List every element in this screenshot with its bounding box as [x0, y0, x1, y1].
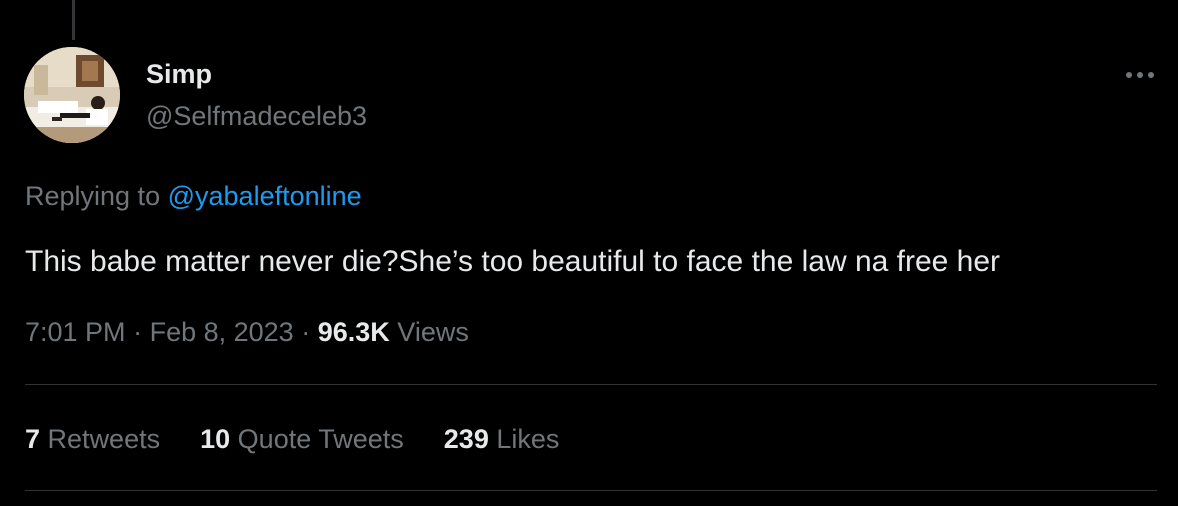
- more-options-button[interactable]: [1118, 58, 1162, 92]
- replying-to-line: Replying to @yabaleftonline: [25, 179, 362, 213]
- tweet-text: This babe matter never die?She’s too bea…: [25, 245, 1001, 278]
- author-handle[interactable]: @Selfmadeceleb3: [146, 99, 367, 133]
- replying-to-mention-link[interactable]: @yabaleftonline: [168, 181, 362, 211]
- divider: [25, 384, 1157, 385]
- avatar-photo: [24, 47, 120, 143]
- quote-tweets-label: Quote Tweets: [237, 424, 404, 454]
- retweets-stat[interactable]: 7 Retweets: [25, 422, 160, 456]
- quote-tweets-stat[interactable]: 10 Quote Tweets: [200, 422, 404, 456]
- quote-tweets-count: 10: [200, 424, 231, 454]
- tweet-date[interactable]: Feb 8, 2023: [150, 317, 294, 347]
- ellipsis-icon: [1126, 72, 1154, 78]
- retweets-label: Retweets: [47, 424, 161, 454]
- retweets-count: 7: [25, 424, 41, 454]
- tweet-time[interactable]: 7:01 PM: [25, 317, 126, 347]
- divider: [25, 490, 1157, 491]
- replying-prefix: Replying to: [25, 181, 161, 211]
- likes-count: 239: [443, 424, 489, 454]
- thread-connector-line: [72, 0, 75, 40]
- meta-separator: ·: [133, 317, 150, 347]
- avatar[interactable]: [24, 47, 120, 143]
- tweet-meta: 7:01 PM · Feb 8, 2023 · 96.3K Views: [25, 315, 469, 349]
- views-count: 96.3K: [317, 317, 390, 347]
- engagement-stats: 7 Retweets 10 Quote Tweets 239 Likes: [25, 422, 599, 456]
- likes-stat[interactable]: 239 Likes: [444, 422, 560, 456]
- author-name[interactable]: Simp: [146, 57, 212, 91]
- views-label: Views: [397, 317, 469, 347]
- likes-label: Likes: [496, 424, 560, 454]
- meta-separator: ·: [301, 317, 318, 347]
